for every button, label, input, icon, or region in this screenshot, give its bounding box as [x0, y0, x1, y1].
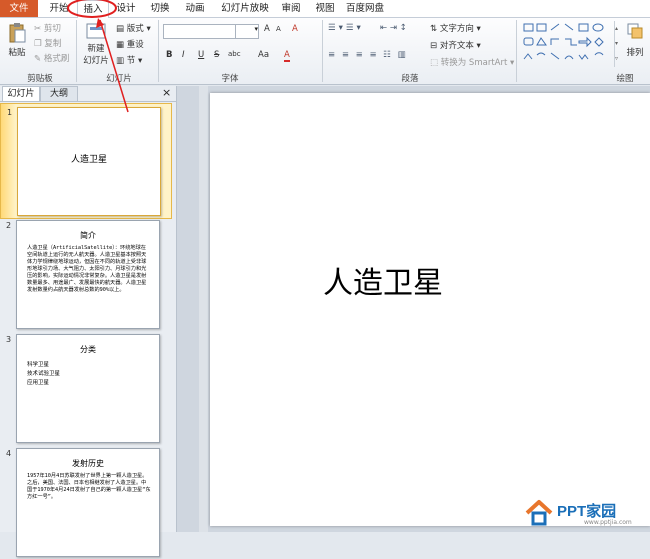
arrow-head-icon: [96, 18, 104, 28]
annotation-overlay: [67, 0, 129, 113]
house-icon: [525, 500, 553, 526]
highlight-circle: [67, 0, 117, 18]
watermark-text: PPT家园: [557, 503, 617, 520]
annotation-arrow-line: [99, 19, 129, 113]
watermark-url: www.pptjia.com: [584, 519, 632, 526]
watermark-logo: PPT家园 www.pptjia.com: [524, 496, 650, 532]
